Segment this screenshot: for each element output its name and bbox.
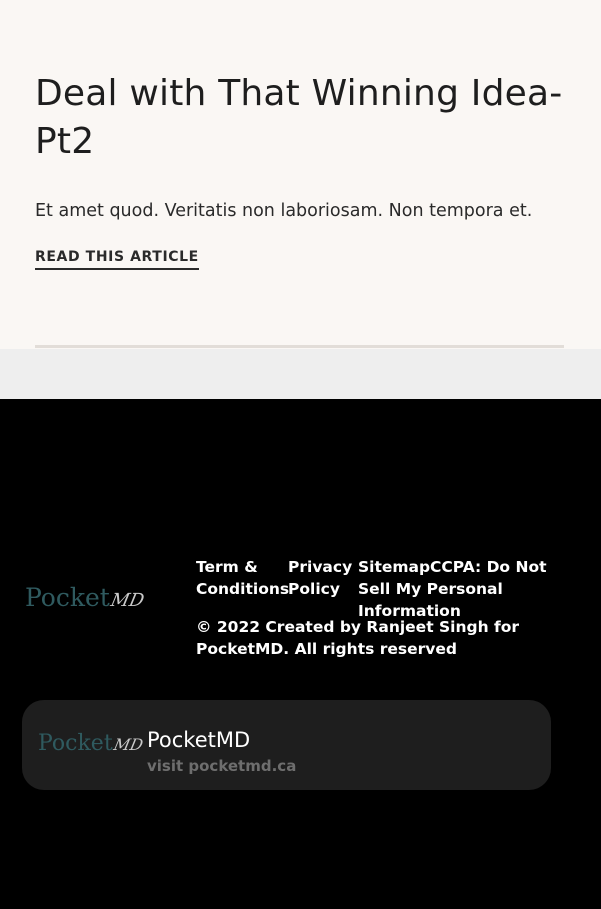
card-title: PocketMD (147, 728, 251, 752)
section-spacer (0, 349, 601, 399)
card-logo-md-mark: MD (111, 735, 145, 754)
copyright-text: © 2022 Created by Ranjeet Singh for Pock… (196, 618, 520, 658)
article-card: Deal with That Winning Idea-Pt2 Et amet … (0, 0, 601, 349)
card-logo: PocketMD (38, 731, 145, 756)
article-excerpt: Et amet quod. Veritatis non laboriosam. … (35, 201, 533, 221)
logo-md-mark: MD (108, 590, 146, 611)
article-title[interactable]: Deal with That Winning Idea-Pt2 (35, 70, 575, 166)
pocketmd-logo[interactable]: PocketMD (25, 583, 146, 612)
site-footer: PocketMD Term & Conditions Privacy Polic… (0, 399, 601, 909)
terms-link[interactable]: Term & Conditions (196, 556, 289, 600)
ccpa-link[interactable]: CCPA: Do Not Sell My Personal Informatio… (358, 556, 573, 622)
card-subtitle[interactable]: visit pocketmd.ca (147, 756, 296, 776)
logo-wordmark: Pocket (25, 583, 110, 612)
article-divider (35, 345, 564, 348)
pocketmd-card[interactable]: PocketMD PocketMD visit pocketmd.ca (22, 700, 551, 790)
privacy-link[interactable]: Privacy Policy (288, 556, 352, 600)
card-logo-wordmark: Pocket (38, 731, 113, 756)
read-article-link[interactable]: READ THIS ARTICLE (35, 249, 199, 270)
